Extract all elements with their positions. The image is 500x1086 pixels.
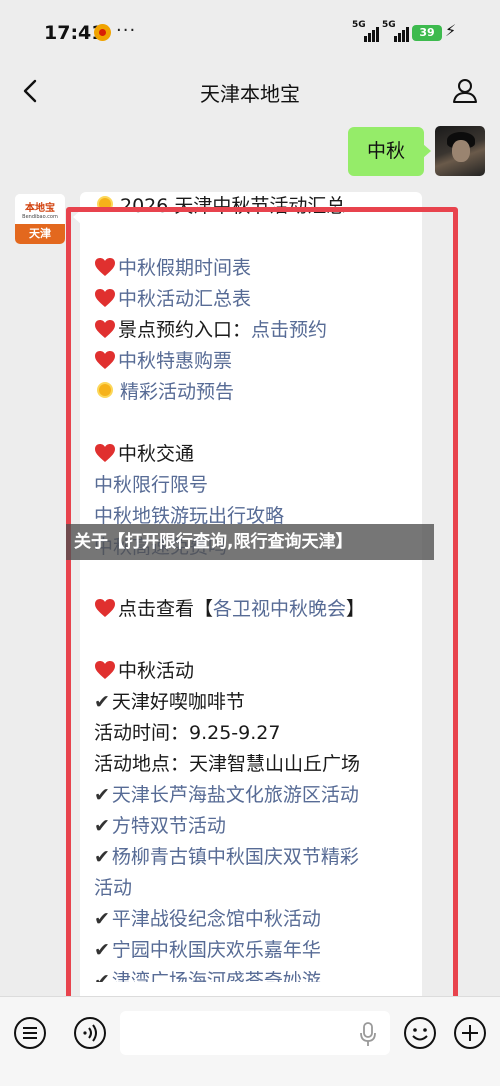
charging-icon: ⚡ xyxy=(445,21,457,40)
person-icon xyxy=(453,79,477,103)
page-title: 天津本地宝 xyxy=(200,82,300,106)
menu-button[interactable] xyxy=(12,1015,48,1051)
avatar-logo-subtext: Bendibao.com xyxy=(22,214,58,220)
more-notifications-icon: ··· xyxy=(116,20,137,41)
emoji-button[interactable] xyxy=(402,1015,438,1051)
avatar-city-label: 天津 xyxy=(15,224,65,244)
voice-toggle-button[interactable] xyxy=(72,1015,108,1051)
account-profile-button[interactable] xyxy=(450,76,480,106)
smiley-icon xyxy=(404,1017,436,1049)
status-bar: 17:41 ··· 5G 5G 39 ⚡ xyxy=(0,0,500,64)
avatar-logo-text: 本地宝 xyxy=(25,203,55,214)
list-menu-icon xyxy=(14,1017,46,1049)
sender-avatar[interactable]: 本地宝 Bendibao.com 天津 xyxy=(15,194,65,244)
microphone-icon[interactable] xyxy=(358,1021,378,1047)
input-bar xyxy=(0,996,500,1086)
voice-wave-icon xyxy=(74,1017,106,1049)
my-message-bubble[interactable]: 中秋 xyxy=(348,127,431,176)
weibo-notification-icon xyxy=(94,24,111,41)
signal-5g-icon: 5G xyxy=(352,20,382,42)
highlight-frame xyxy=(66,207,458,1022)
more-options-button[interactable] xyxy=(452,1015,488,1051)
my-avatar[interactable] xyxy=(435,126,485,176)
message-input[interactable] xyxy=(120,1011,390,1055)
signal-5g-icon-2: 5G xyxy=(382,20,412,42)
battery-icon: 39 xyxy=(412,25,442,41)
overlay-caption: 关于【打开限行查询,限行查询天津】 xyxy=(66,524,434,560)
nav-bar: 天津本地宝 xyxy=(0,64,500,118)
plus-icon xyxy=(454,1017,486,1049)
